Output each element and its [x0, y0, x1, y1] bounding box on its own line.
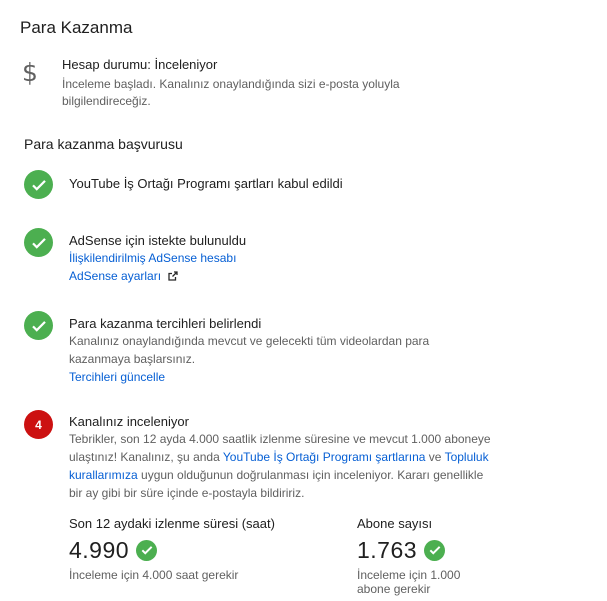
- adsense-settings-label[interactable]: AdSense ayarları: [69, 269, 161, 283]
- metric-label: Abone sayısı: [357, 516, 433, 531]
- metric-label: Son 12 aydaki izlenme süresi (saat): [69, 516, 275, 531]
- check-circle-icon: [24, 228, 53, 257]
- check-circle-icon: [424, 539, 446, 561]
- metric-note: İnceleme için 4.000 saat gerekir: [69, 568, 239, 582]
- check-circle-icon: [24, 311, 53, 340]
- step-body: YouTube İş Ortağı Programı şartları kabu…: [69, 176, 509, 192]
- step-body: AdSense için istekte bulunuldu İlişkilen…: [69, 233, 509, 285]
- step-title: AdSense için istekte bulunuldu: [69, 233, 247, 248]
- metric-value-row: 4.990: [69, 535, 329, 565]
- step-body: Kanalınız inceleniyor Tebrikler, son 12 …: [69, 414, 499, 502]
- page-title: Para Kazanma: [20, 18, 133, 37]
- metric-note: İnceleme için 1.000 abone gerekir: [357, 568, 461, 596]
- check-circle-icon: [136, 539, 158, 561]
- step-title: Kanalınız inceleniyor: [69, 414, 189, 429]
- update-preferences-link[interactable]: Tercihleri güncelle: [69, 369, 165, 386]
- linked-adsense-account-link[interactable]: İlişkilendirilmiş AdSense hesabı: [69, 250, 236, 267]
- step-description: Tebrikler, son 12 ayda 4.000 saatlik izl…: [69, 430, 499, 502]
- step-title: YouTube İş Ortağı Programı şartları kabu…: [69, 176, 343, 191]
- watch-hours-metric: Son 12 aydaki izlenme süresi (saat) 4.99…: [69, 516, 329, 582]
- step-number-badge: 4: [24, 410, 53, 439]
- check-circle-icon: [24, 170, 53, 199]
- step-body: Para kazanma tercihleri belirlendi Kanal…: [69, 316, 449, 386]
- partner-program-terms-link[interactable]: YouTube İş Ortağı Programı şartlarına: [223, 450, 426, 464]
- review-text-part-2: ve: [425, 450, 445, 464]
- dollar-icon: $: [22, 58, 38, 87]
- step-description: Kanalınız onaylandığında mevcut ve gelec…: [69, 334, 430, 366]
- status-title: Hesap durumu: İnceleniyor: [62, 57, 218, 72]
- metric-value: 1.763: [357, 536, 418, 563]
- external-link-icon: [168, 271, 179, 281]
- metric-value: 4.990: [69, 536, 130, 563]
- metric-value-row: 1.763: [357, 535, 477, 565]
- status-description: İnceleme başladı. Kanalınız onaylandığın…: [62, 77, 400, 108]
- section-title: Para kazanma başvurusu: [24, 136, 183, 152]
- subscribers-metric: Abone sayısı 1.763 İnceleme için 1.000 a…: [357, 516, 477, 596]
- step-title: Para kazanma tercihleri belirlendi: [69, 316, 262, 331]
- adsense-settings-link[interactable]: AdSense ayarları: [69, 268, 179, 285]
